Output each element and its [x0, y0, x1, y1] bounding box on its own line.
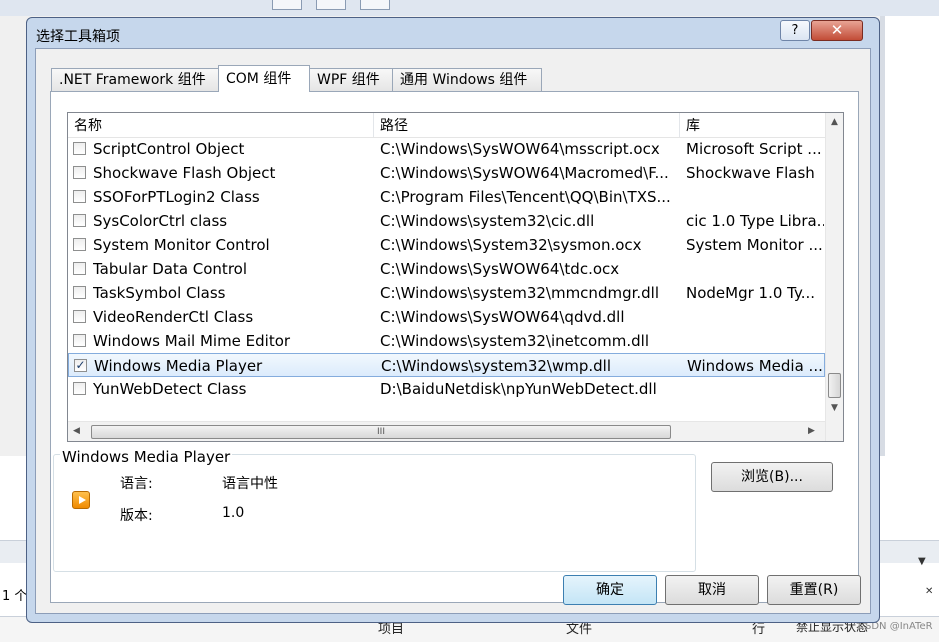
item-path: D:\BaiduNetdisk\npYunWebDetect.dll — [380, 380, 657, 398]
item-name: YunWebDetect Class — [93, 380, 247, 398]
item-checkbox[interactable] — [73, 310, 86, 323]
language-label: 语言: — [120, 476, 153, 492]
version-value: 1.0 — [222, 505, 245, 521]
close-button[interactable]: ✕ — [811, 20, 863, 41]
choose-toolbox-items-dialog: 选择工具箱项 ? ✕ .NET Framework 组件 COM 组件 WPF … — [26, 17, 880, 623]
item-library: NodeMgr 1.0 Ty... — [686, 284, 816, 302]
list-item[interactable]: ScriptControl Object C:\Windows\SysWOW64\… — [68, 137, 825, 161]
item-library: System Monitor ... — [686, 236, 823, 254]
item-checkbox[interactable] — [73, 214, 86, 227]
reset-button[interactable]: 重置(R) — [767, 575, 861, 605]
background-toolbar-button — [316, 0, 346, 10]
list-item[interactable]: SysColorCtrl class C:\Windows\system32\ci… — [68, 209, 825, 233]
ok-button[interactable]: 确定 — [563, 575, 657, 605]
item-library: cic 1.0 Type Libra... — [686, 212, 824, 230]
horizontal-scrollbar[interactable]: ◀ III ▶ — [68, 421, 825, 441]
background-panel — [880, 16, 939, 456]
scroll-left-arrow-icon[interactable]: ◀ — [73, 426, 80, 436]
item-path: C:\Program Files\Tencent\QQ\Bin\TXS... — [380, 188, 671, 206]
item-library — [686, 305, 824, 329]
item-name: Windows Mail Mime Editor — [93, 332, 291, 350]
item-checkbox[interactable]: ✓ — [74, 359, 87, 372]
item-checkbox[interactable] — [73, 286, 86, 299]
component-list[interactable]: 名称 路径 库 ScriptControl Object C:\Windows\S… — [67, 112, 844, 442]
item-path: C:\Windows\System32\sysmon.ocx — [380, 236, 642, 254]
item-library — [686, 377, 824, 401]
background-toolbar-button — [272, 0, 302, 10]
item-name: Windows Media Player — [94, 357, 263, 375]
item-name: Tabular Data Control — [93, 260, 247, 278]
language-value: 语言中性 — [222, 476, 278, 492]
item-path: C:\Windows\SysWOW64\Macromed\F... — [380, 164, 669, 182]
version-label: 版本: — [120, 508, 153, 524]
dialog-title: 选择工具箱项 — [36, 29, 120, 45]
column-header-library[interactable]: 库 — [680, 113, 825, 137]
list-item[interactable]: YunWebDetect Class D:\BaiduNetdisk\npYunW… — [68, 377, 825, 401]
item-checkbox[interactable] — [73, 142, 86, 155]
item-library: Microsoft Script ... — [686, 140, 822, 158]
item-name: System Monitor Control — [93, 236, 270, 254]
tab-net-framework[interactable]: .NET Framework 组件 — [51, 68, 219, 91]
item-path: C:\Windows\system32\wmp.dll — [381, 357, 611, 375]
item-library — [686, 257, 824, 281]
tab-wpf-components[interactable]: WPF 组件 — [309, 68, 393, 91]
list-header: 名称 路径 库 — [68, 113, 825, 138]
list-item[interactable]: Windows Mail Mime Editor C:\Windows\syste… — [68, 329, 825, 353]
dialog-titlebar[interactable]: 选择工具箱项 ? ✕ — [27, 18, 879, 48]
item-name: ScriptControl Object — [93, 140, 245, 158]
item-checkbox[interactable] — [73, 334, 86, 347]
item-library — [686, 329, 824, 353]
scroll-up-arrow-icon[interactable]: ▲ — [831, 117, 838, 127]
item-name: TaskSymbol Class — [93, 284, 226, 302]
item-checkbox[interactable] — [73, 166, 86, 179]
background-count-text: 1 个 — [2, 589, 28, 604]
list-item[interactable]: VideoRenderCtl Class C:\Windows\SysWOW64\… — [68, 305, 825, 329]
help-button[interactable]: ? — [780, 20, 810, 41]
item-library — [686, 185, 824, 209]
item-name: SSOForPTLogin2 Class — [93, 188, 260, 206]
item-path: C:\Windows\system32\mmcndmgr.dll — [380, 284, 660, 302]
item-checkbox[interactable] — [73, 262, 86, 275]
item-name: VideoRenderCtl Class — [93, 308, 254, 326]
item-checkbox[interactable] — [73, 382, 86, 395]
item-library: Windows Media ... — [687, 357, 823, 375]
list-item[interactable]: ✓ Windows Media Player C:\Windows\system32… — [68, 353, 825, 377]
component-info-group: Windows Media Player 语言: 语言中性 版本: 1.0 — [53, 448, 696, 572]
dialog-client-area: .NET Framework 组件 COM 组件 WPF 组件 通用 Windo… — [35, 48, 871, 614]
background-close-icon: ✕ — [925, 586, 934, 597]
column-header-path[interactable]: 路径 — [374, 113, 680, 137]
list-item[interactable]: Tabular Data Control C:\Windows\SysWOW64\… — [68, 257, 825, 281]
item-name: Shockwave Flash Object — [93, 164, 276, 182]
browse-button[interactable]: 浏览(B)... — [711, 462, 833, 492]
tab-com-components[interactable]: COM 组件 — [218, 65, 310, 92]
list-item[interactable]: SSOForPTLogin2 Class C:\Program Files\Ten… — [68, 185, 825, 209]
vertical-scrollbar[interactable]: ▲ ▼ — [825, 113, 843, 441]
background-dropdown-icon: ▼ — [918, 556, 926, 567]
tab-panel: 名称 路径 库 ScriptControl Object C:\Windows\S… — [50, 91, 859, 603]
vertical-scroll-thumb[interactable] — [828, 373, 841, 398]
info-title: Windows Media Player — [60, 448, 233, 466]
background-panel-edge — [880, 16, 885, 456]
background-toolbar-button — [360, 0, 390, 10]
item-path: C:\Windows\SysWOW64\tdc.ocx — [380, 260, 620, 278]
scroll-down-arrow-icon[interactable]: ▼ — [831, 403, 838, 413]
horizontal-scroll-thumb[interactable]: III — [91, 425, 671, 439]
item-library: Shockwave Flash — [686, 164, 815, 182]
cancel-button[interactable]: 取消 — [665, 575, 759, 605]
item-path: C:\Windows\SysWOW64\msscript.ocx — [380, 140, 660, 158]
list-item[interactable]: TaskSymbol Class C:\Windows\system32\mmcn… — [68, 281, 825, 305]
column-header-name[interactable]: 名称 — [68, 113, 374, 137]
list-item[interactable]: Shockwave Flash Object C:\Windows\SysWOW6… — [68, 161, 825, 185]
item-checkbox[interactable] — [73, 190, 86, 203]
scroll-right-arrow-icon[interactable]: ▶ — [808, 426, 815, 436]
list-item[interactable]: System Monitor Control C:\Windows\System3… — [68, 233, 825, 257]
background-toolbar — [0, 0, 939, 16]
item-path: C:\Windows\SysWOW64\qdvd.dll — [380, 308, 625, 326]
item-checkbox[interactable] — [73, 238, 86, 251]
item-path: C:\Windows\system32\cic.dll — [380, 212, 595, 230]
media-player-icon — [72, 491, 90, 509]
item-name: SysColorCtrl class — [93, 212, 228, 230]
item-path: C:\Windows\system32\inetcomm.dll — [380, 332, 650, 350]
tab-universal-windows[interactable]: 通用 Windows 组件 — [392, 68, 542, 91]
